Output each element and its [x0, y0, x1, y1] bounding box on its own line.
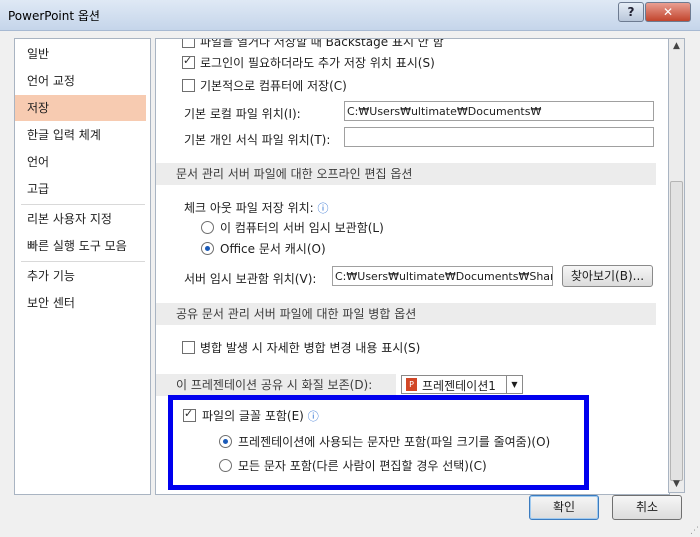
login-location-label: 로그인이 필요하더라도 추가 저장 위치 표시(S) — [200, 56, 435, 70]
sidebar-item-customize-ribbon[interactable]: 리본 사용자 지정 — [15, 206, 146, 232]
backstage-checkbox[interactable] — [182, 39, 195, 48]
sidebar-item-proofing[interactable]: 언어 교정 — [15, 68, 146, 94]
sidebar-item-trust-center[interactable]: 보안 센터 — [15, 290, 146, 316]
server-drafts-location-label: 서버 임시 보관함 위치(V): — [184, 272, 317, 286]
fidelity-presentation-select[interactable]: P 프레젠테이션1 ▼ — [401, 375, 523, 394]
checkout-label: 체크 아웃 파일 저장 위치: ⓘ — [184, 199, 329, 216]
office-cache-radio[interactable] — [201, 242, 214, 255]
server-drafts-location-input[interactable]: C:₩Users₩ultimate₩Documents₩SharePoint — [332, 266, 553, 286]
sidebar-item-korean-input[interactable]: 한글 입력 체계 — [15, 122, 146, 148]
scroll-up-icon[interactable]: ▲ — [671, 41, 682, 52]
local-path-input[interactable]: C:₩Users₩ultimate₩Documents₩ — [344, 101, 654, 121]
merge-detail-checkbox[interactable] — [182, 341, 195, 354]
chevron-down-icon[interactable]: ▼ — [506, 376, 522, 393]
title-bar: PowerPoint 옵션 ? ✕ — [0, 0, 700, 31]
sidebar-divider — [21, 204, 145, 205]
ok-button[interactable]: 확인 — [529, 495, 599, 520]
sidebar-item-language[interactable]: 언어 — [15, 149, 146, 175]
save-to-computer-label: 기본적으로 컴퓨터에 저장(C) — [200, 79, 347, 93]
sidebar-item-save[interactable]: 저장 — [15, 95, 146, 121]
window-title: PowerPoint 옵션 — [8, 9, 100, 23]
merge-section-header: 공유 문서 관리 서버 파일에 대한 파일 병합 옵션 — [156, 303, 656, 325]
resize-grip-icon[interactable]: ⋰ — [690, 526, 699, 536]
backstage-label: 파일을 열거나 저장할 때 Backstage 표시 안 함 — [200, 38, 444, 49]
fidelity-section-header: 이 프레젠테이션 공유 시 화질 보존(D): — [156, 374, 396, 396]
sidebar-item-general[interactable]: 일반 — [15, 41, 146, 67]
scroll-thumb[interactable] — [670, 181, 683, 481]
template-path-label: 기본 개인 서식 파일 위치(T): — [184, 133, 331, 147]
powerpoint-file-icon: P — [406, 378, 417, 391]
local-path-label: 기본 로컬 파일 위치(I): — [184, 107, 301, 121]
close-button[interactable]: ✕ — [645, 2, 691, 22]
sidebar: 일반 언어 교정 저장 한글 입력 체계 언어 고급 리본 사용자 지정 빠른 … — [14, 38, 151, 495]
content-scrollbar[interactable]: ▲ ▼ — [668, 38, 685, 493]
scroll-down-icon[interactable]: ▼ — [671, 479, 682, 490]
sidebar-item-quick-access[interactable]: 빠른 실행 도구 모음 — [15, 233, 146, 259]
sidebar-divider — [21, 261, 145, 262]
server-drafts-radio-label: 이 컴퓨터의 서버 임시 보관함(L) — [220, 221, 384, 235]
browse-button[interactable]: 찾아보기(B)... — [562, 265, 653, 287]
sidebar-item-addins[interactable]: 추가 기능 — [15, 263, 146, 289]
template-path-input[interactable] — [344, 127, 654, 147]
highlight-box — [168, 395, 589, 490]
server-drafts-radio[interactable] — [201, 221, 214, 234]
help-button[interactable]: ? — [618, 2, 644, 22]
fidelity-select-value: 프레젠테이션1 — [422, 379, 496, 393]
office-cache-radio-label: Office 문서 캐시(O) — [220, 242, 326, 256]
checkout-label-text: 체크 아웃 파일 저장 위치: — [184, 201, 314, 215]
login-location-checkbox[interactable] — [182, 54, 195, 69]
sidebar-item-advanced[interactable]: 고급 — [15, 176, 146, 202]
cancel-button[interactable]: 취소 — [612, 495, 682, 520]
save-to-computer-checkbox[interactable] — [182, 79, 195, 92]
merge-detail-label: 병합 발생 시 자세한 병합 변경 내용 표시(S) — [200, 341, 421, 355]
info-icon: ⓘ — [317, 202, 329, 215]
offline-section-header: 문서 관리 서버 파일에 대한 오프라인 편집 옵션 — [156, 163, 656, 185]
